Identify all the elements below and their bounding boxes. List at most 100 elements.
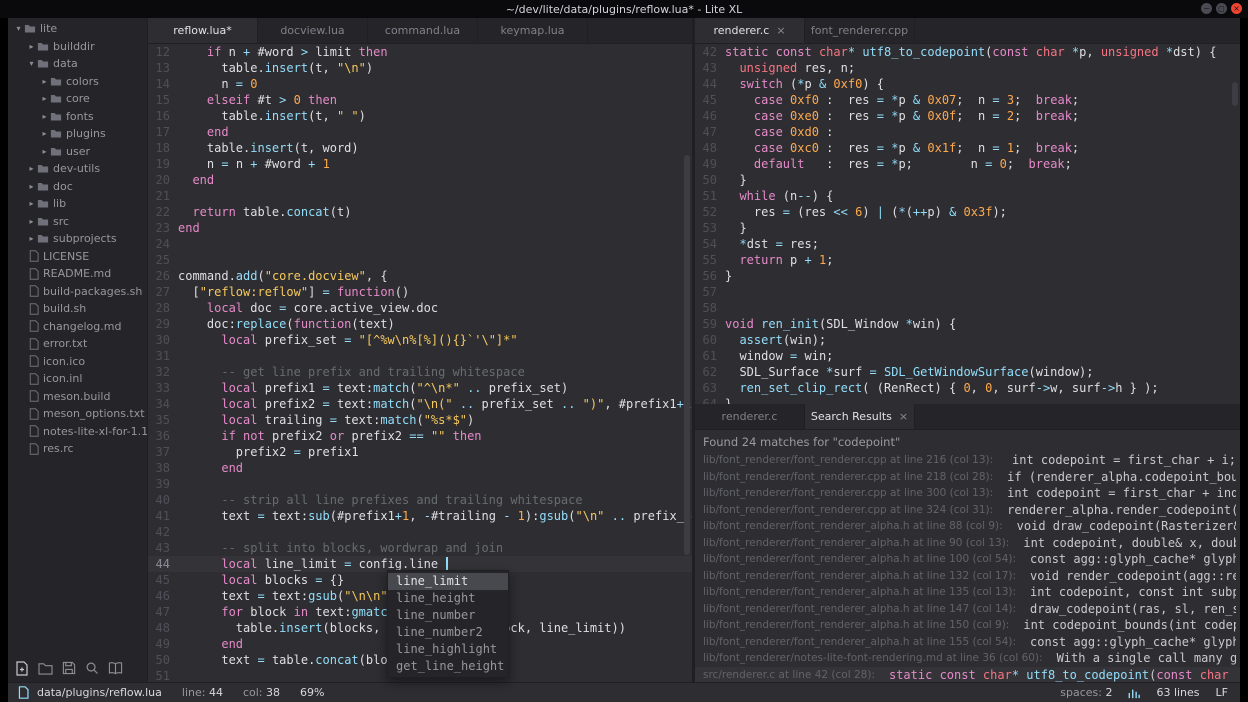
code-line-20[interactable]: 20 end bbox=[148, 172, 692, 188]
tree-item-lite[interactable]: ▾ lite bbox=[8, 20, 147, 38]
code-line-19[interactable]: 19 n = n + #word + 1 bbox=[148, 156, 692, 172]
code-line-49[interactable]: 49 default : res = *p; n = 0; break; bbox=[695, 156, 1240, 172]
statusbar-filename[interactable]: data/plugins/reflow.lua bbox=[37, 686, 162, 699]
code-line-14[interactable]: 14 n = 0 bbox=[148, 76, 692, 92]
code-line-50[interactable]: 50 } bbox=[695, 172, 1240, 188]
code-line-25[interactable]: 25 bbox=[148, 252, 692, 268]
code-line-64[interactable]: 64} bbox=[695, 396, 1240, 404]
tab-renderer-c[interactable]: renderer.c bbox=[695, 404, 805, 429]
tree-item-core[interactable]: ▸ core bbox=[8, 90, 147, 108]
tab-keymap-lua[interactable]: keymap.lua bbox=[478, 18, 588, 43]
search-result-row[interactable]: lib/font_renderer/font_renderer_alpha.h … bbox=[695, 568, 1240, 585]
new-file-icon[interactable] bbox=[15, 660, 29, 676]
code-line-43[interactable]: 43 unsigned res, n; bbox=[695, 60, 1240, 76]
search-result-row[interactable]: lib/font_renderer/font_renderer_alpha.h … bbox=[695, 634, 1240, 651]
tab-reflow-lua[interactable]: reflow.lua* bbox=[148, 18, 258, 43]
tree-item-lib[interactable]: ▸ lib bbox=[8, 195, 147, 213]
code-line-13[interactable]: 13 table.insert(t, "\n") bbox=[148, 60, 692, 76]
tree-item-meson_options.txt[interactable]: meson_options.txt bbox=[8, 405, 147, 423]
tree-item-colors[interactable]: ▸ colors bbox=[8, 73, 147, 91]
tab-search-results[interactable]: Search Results × bbox=[805, 404, 915, 429]
open-folder-icon[interactable] bbox=[38, 662, 53, 675]
right-editor-scrollbar[interactable] bbox=[1232, 82, 1238, 106]
code-line-53[interactable]: 53 } bbox=[695, 220, 1240, 236]
tree-item-meson.build[interactable]: meson.build bbox=[8, 388, 147, 406]
code-line-63[interactable]: 63 ren_set_clip_rect( (RenRect) { 0, 0, … bbox=[695, 380, 1240, 396]
search-result-row[interactable]: lib/font_renderer/font_renderer.cpp at l… bbox=[695, 452, 1240, 469]
tree-item-data[interactable]: ▾ data bbox=[8, 55, 147, 73]
code-line-43[interactable]: 43 -- split into blocks, wordwrap and jo… bbox=[148, 540, 692, 556]
search-icon[interactable] bbox=[85, 661, 99, 675]
search-result-row[interactable]: lib/font_renderer/font_renderer_alpha.h … bbox=[695, 518, 1240, 535]
code-line-30[interactable]: 30 local prefix_set = "[^%w\n%[%](){}`'\… bbox=[148, 332, 692, 348]
search-result-row[interactable]: lib/font_renderer/font_renderer_alpha.h … bbox=[695, 551, 1240, 568]
code-line-60[interactable]: 60 assert(win); bbox=[695, 332, 1240, 348]
tab-command-lua[interactable]: command.lua bbox=[368, 18, 478, 43]
tree-item-build.sh[interactable]: build.sh bbox=[8, 300, 147, 318]
autocomplete-item-line_number2[interactable]: line_number2 bbox=[388, 624, 508, 641]
code-line-32[interactable]: 32 -- get line prefix and trailing white… bbox=[148, 364, 692, 380]
code-line-48[interactable]: 48 case 0xc0 : res = *p & 0x1f; n = 1; b… bbox=[695, 140, 1240, 156]
code-line-36[interactable]: 36 if not prefix2 or prefix2 == "" then bbox=[148, 428, 692, 444]
autocomplete-item-line_height[interactable]: line_height bbox=[388, 590, 508, 607]
code-line-15[interactable]: 15 elseif #t > 0 then bbox=[148, 92, 692, 108]
save-icon[interactable] bbox=[62, 661, 76, 675]
tree-item-fonts[interactable]: ▸ fonts bbox=[8, 108, 147, 126]
search-result-row[interactable]: lib/font_renderer/font_renderer.cpp at l… bbox=[695, 485, 1240, 502]
search-result-row[interactable]: lib/font_renderer/font_renderer_alpha.h … bbox=[695, 535, 1240, 552]
statusbar-col[interactable]: col: 38 bbox=[243, 686, 280, 699]
statusbar-scroll-percent[interactable]: 69% bbox=[300, 686, 324, 699]
code-line-45[interactable]: 45 case 0xf0 : res = *p & 0x07; n = 3; b… bbox=[695, 92, 1240, 108]
code-line-46[interactable]: 46 case 0xe0 : res = *p & 0x0f; n = 2; b… bbox=[695, 108, 1240, 124]
code-line-55[interactable]: 55 return p + 1; bbox=[695, 252, 1240, 268]
titlebar[interactable]: ~/dev/lite/data/plugins/reflow.lua* - Li… bbox=[0, 0, 1248, 18]
search-result-row[interactable]: lib/font_renderer/font_renderer_alpha.h … bbox=[695, 617, 1240, 634]
tree-item-builddir[interactable]: ▸ builddir bbox=[8, 38, 147, 56]
tab-renderer-c[interactable]: renderer.c × bbox=[695, 18, 805, 43]
code-line-41[interactable]: 41 text = text:sub(#prefix1+1, -#trailin… bbox=[148, 508, 692, 524]
code-line-39[interactable]: 39 bbox=[148, 476, 692, 492]
code-line-18[interactable]: 18 table.insert(t, word) bbox=[148, 140, 692, 156]
book-icon[interactable] bbox=[108, 661, 123, 675]
code-line-59[interactable]: 59 void ren_init(SDL_Window *win) { bbox=[695, 316, 1240, 332]
tree-item-error.txt[interactable]: error.txt bbox=[8, 335, 147, 353]
code-line-38[interactable]: 38 end bbox=[148, 460, 692, 476]
autocomplete-item-line_limit[interactable]: line_limit bbox=[388, 573, 508, 590]
autocomplete-item-get_line_height[interactable]: get_line_height bbox=[388, 658, 508, 675]
tree-item-subprojects[interactable]: ▸ subprojects bbox=[8, 230, 147, 248]
tree-item-notes-lite-xl-for-1.16[interactable]: notes-lite-xl-for-1.16 bbox=[8, 423, 147, 441]
code-line-58[interactable]: 58 bbox=[695, 300, 1240, 316]
code-line-31[interactable]: 31 bbox=[148, 348, 692, 364]
code-line-54[interactable]: 54 *dst = res; bbox=[695, 236, 1240, 252]
left-editor-scrollbar[interactable] bbox=[684, 155, 690, 555]
code-line-34[interactable]: 34 local prefix2 = text:match("\n(" .. p… bbox=[148, 396, 692, 412]
tree-item-res.rc[interactable]: res.rc bbox=[8, 440, 147, 458]
statusbar-line-ending[interactable]: LF bbox=[1216, 686, 1228, 699]
code-line-21[interactable]: 21 bbox=[148, 188, 692, 204]
code-line-56[interactable]: 56} bbox=[695, 268, 1240, 284]
code-line-47[interactable]: 47 case 0xd0 : bbox=[695, 124, 1240, 140]
tab-font-renderer-cpp[interactable]: font_renderer.cpp bbox=[805, 18, 915, 43]
autocomplete-item-line_number[interactable]: line_number bbox=[388, 607, 508, 624]
code-line-61[interactable]: 61 window = win; bbox=[695, 348, 1240, 364]
right-code-editor[interactable]: 42 static const char* utf8_to_codepoint(c… bbox=[695, 44, 1240, 404]
search-result-row[interactable]: lib/font_renderer/notes-lite-font-render… bbox=[695, 650, 1240, 667]
search-result-row[interactable]: lib/font_renderer/font_renderer_alpha.h … bbox=[695, 601, 1240, 618]
tree-item-changelog.md[interactable]: changelog.md bbox=[8, 318, 147, 336]
code-line-42[interactable]: 42 bbox=[148, 524, 692, 540]
code-line-24[interactable]: 24 bbox=[148, 236, 692, 252]
tree-item-icon.ico[interactable]: icon.ico bbox=[8, 353, 147, 371]
tree-item-dev-utils[interactable]: ▸ dev-utils bbox=[8, 160, 147, 178]
code-line-51[interactable]: 51 while (n--) { bbox=[695, 188, 1240, 204]
tree-item-doc[interactable]: ▸ doc bbox=[8, 178, 147, 196]
statusbar-total-lines[interactable]: 63 lines bbox=[1156, 686, 1199, 699]
tab-docview-lua[interactable]: docview.lua bbox=[258, 18, 368, 43]
code-line-17[interactable]: 17 end bbox=[148, 124, 692, 140]
code-line-28[interactable]: 28 local doc = core.active_view.doc bbox=[148, 300, 692, 316]
search-result-row[interactable]: lib/font_renderer/font_renderer.cpp at l… bbox=[695, 469, 1240, 486]
code-line-33[interactable]: 33 local prefix1 = text:match("^\n*" .. … bbox=[148, 380, 692, 396]
code-line-57[interactable]: 57 bbox=[695, 284, 1240, 300]
code-line-40[interactable]: 40 -- strip all line prefixes and traili… bbox=[148, 492, 692, 508]
code-line-37[interactable]: 37 prefix2 = prefix1 bbox=[148, 444, 692, 460]
code-line-16[interactable]: 16 table.insert(t, " ") bbox=[148, 108, 692, 124]
